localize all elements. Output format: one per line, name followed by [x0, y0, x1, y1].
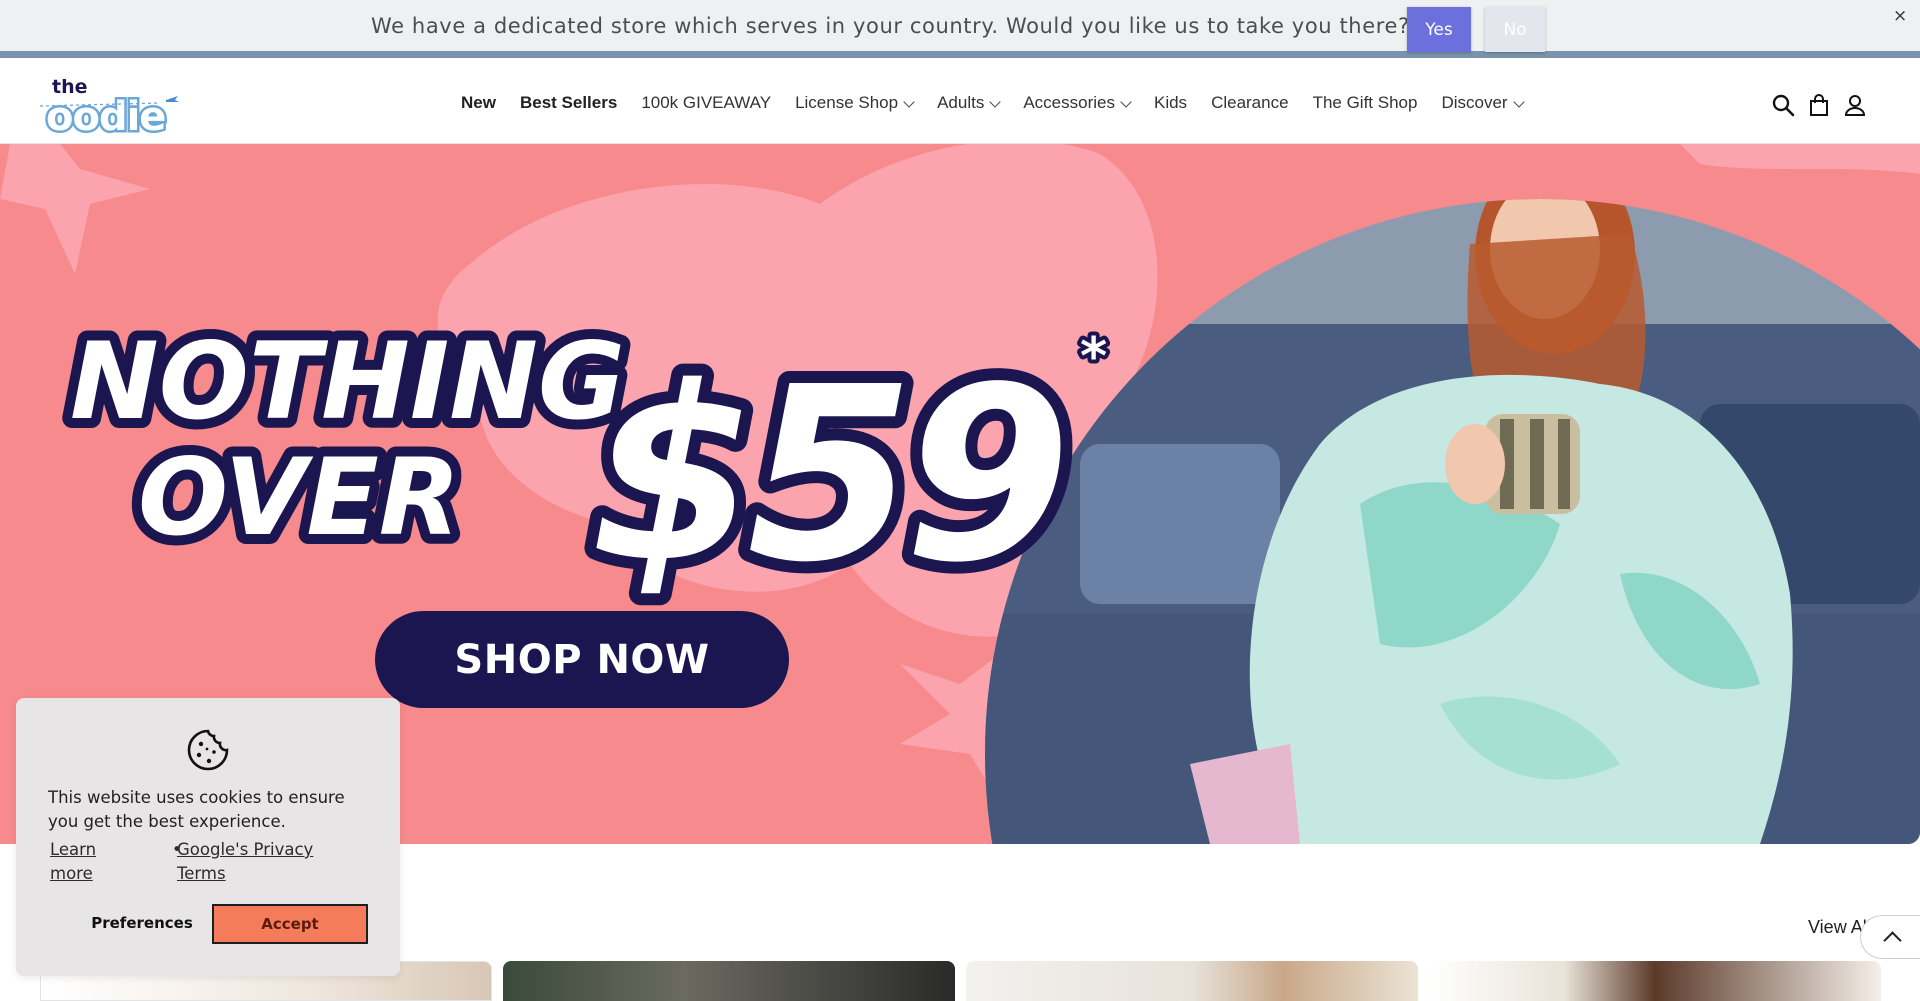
- product-tile[interactable]: [1429, 961, 1881, 1001]
- nav-item-giveaway[interactable]: 100k GIVEAWAY: [641, 93, 771, 113]
- hero-price: $59: [590, 335, 1061, 615]
- chevron-down-icon: [903, 95, 915, 108]
- chevron-down-icon: [989, 95, 1002, 108]
- logo-text-main: oodie: [46, 94, 165, 136]
- hero-line1: NOTHING: [70, 320, 625, 443]
- site-header: the oodie New Best Sellers 100k GIVEAWAY…: [0, 66, 1920, 144]
- main-nav: New Best Sellers 100k GIVEAWAY License S…: [461, 93, 1547, 113]
- cookie-consent-panel: This website uses cookies to ensure you …: [16, 698, 400, 976]
- cookie-message: This website uses cookies to ensure you …: [48, 788, 345, 831]
- cart-icon[interactable]: [1807, 93, 1831, 117]
- nav-item-clearance[interactable]: Clearance: [1211, 93, 1289, 113]
- hero-asterisk: *: [1080, 327, 1107, 387]
- chevron-down-icon: [1512, 95, 1525, 108]
- logo[interactable]: the oodie: [40, 76, 205, 136]
- nav-item-adults[interactable]: Adults: [937, 93, 1002, 113]
- store-redirect-message: We have a dedicated store which serves i…: [371, 14, 1410, 38]
- store-redirect-banner: We have a dedicated store which serves i…: [0, 0, 1920, 58]
- cookie-preferences-button[interactable]: Preferences: [62, 903, 222, 943]
- store-redirect-no-button[interactable]: No: [1485, 7, 1545, 52]
- product-tile[interactable]: [503, 961, 955, 1001]
- nav-item-gift-shop[interactable]: The Gift Shop: [1313, 93, 1418, 113]
- header-actions: [1771, 93, 1867, 117]
- nav-item-new[interactable]: New: [461, 93, 496, 113]
- scroll-to-top-button[interactable]: [1860, 915, 1920, 959]
- learn-more-link[interactable]: Learn more: [50, 838, 140, 886]
- privacy-terms-link[interactable]: Google's Privacy Terms: [177, 838, 337, 886]
- account-icon[interactable]: [1843, 93, 1867, 117]
- search-icon[interactable]: [1771, 93, 1795, 117]
- chevron-down-icon: [1120, 95, 1132, 108]
- cookie-icon: [186, 728, 230, 772]
- nav-item-accessories[interactable]: Accessories: [1023, 93, 1132, 113]
- nav-item-best-sellers[interactable]: Best Sellers: [520, 93, 617, 113]
- shop-now-button[interactable]: SHOP NOW: [375, 611, 789, 708]
- close-icon[interactable]: ×: [1893, 6, 1907, 26]
- nav-item-kids[interactable]: Kids: [1154, 93, 1187, 113]
- nav-item-license-shop[interactable]: License Shop: [795, 93, 915, 113]
- nav-item-discover[interactable]: Discover: [1441, 93, 1525, 113]
- cookie-accept-button[interactable]: Accept: [212, 904, 368, 944]
- product-tile[interactable]: [966, 961, 1418, 1001]
- store-redirect-yes-button[interactable]: Yes: [1407, 7, 1471, 52]
- hero-line2: OVER: [138, 436, 460, 559]
